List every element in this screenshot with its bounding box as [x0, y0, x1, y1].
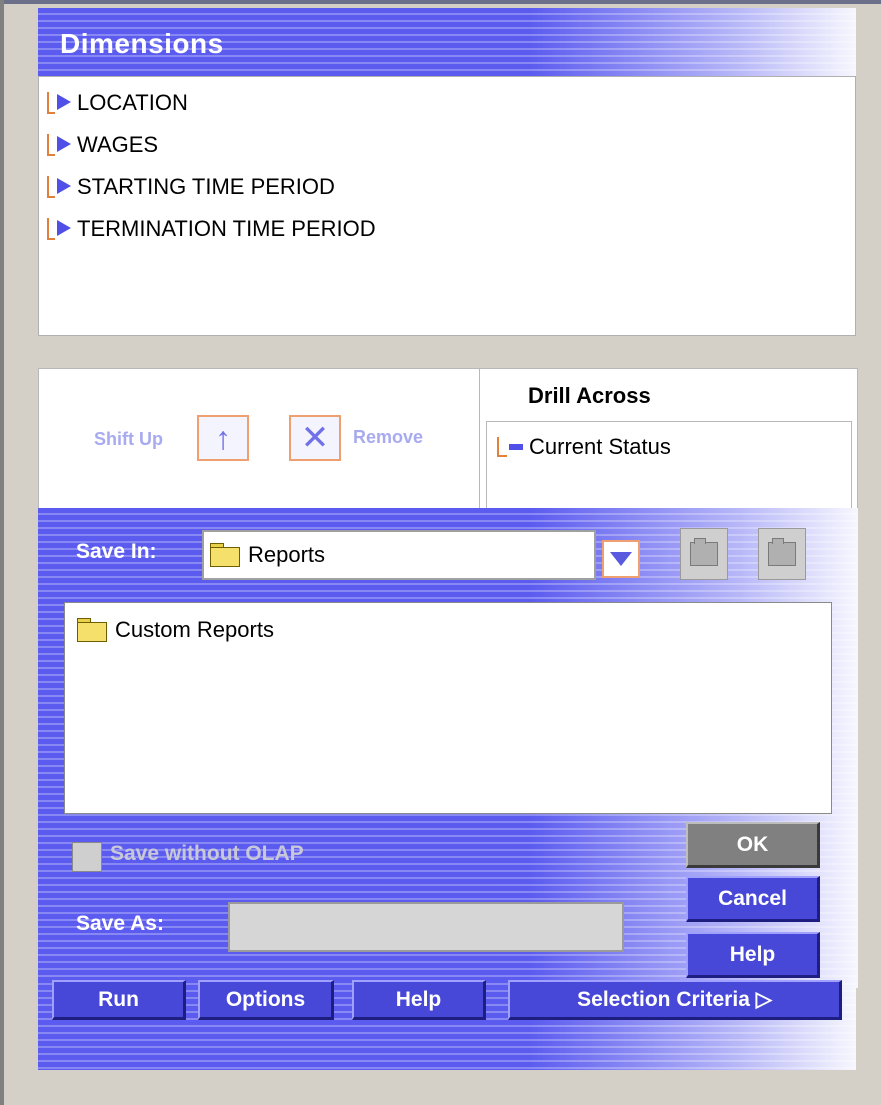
dimensions-list: LOCATION WAGES STARTING TIME PERIOD TERM… [38, 76, 856, 336]
cancel-button[interactable]: Cancel [686, 876, 820, 922]
save-dialog: Save In: Reports Custom Reports Save wit… [38, 508, 858, 988]
dimension-item-label: LOCATION [77, 90, 188, 115]
remove-button[interactable]: ✕ [289, 415, 341, 461]
dimension-arrow-icon [45, 216, 75, 242]
save-without-olap-label: Save without OLAP [110, 842, 304, 865]
save-in-value: Reports [248, 542, 326, 567]
file-list[interactable]: Custom Reports [64, 602, 832, 814]
dimension-arrow-icon [45, 174, 75, 200]
report-layout-panel: Shift Up ↑ ✕ Remove Drill Across Current… [38, 368, 858, 510]
shift-up-label: Shift Up [94, 429, 163, 449]
save-in-label: Save In: [76, 540, 157, 563]
dimension-item-termination-time-period[interactable]: TERMINATION TIME PERIOD [45, 213, 376, 245]
drill-item-current-status[interactable]: Current Status [495, 434, 671, 460]
save-as-input[interactable] [228, 902, 624, 952]
chevron-down-icon [610, 552, 632, 566]
save-without-olap-checkbox[interactable] [72, 842, 102, 872]
options-button[interactable]: Options [198, 980, 334, 1020]
file-item-label: Custom Reports [115, 617, 274, 642]
drill-across-title: Drill Across [528, 383, 651, 408]
up-folder-icon [690, 538, 718, 566]
drill-across-panel: Drill Across Current Status [479, 369, 858, 510]
new-folder-button[interactable] [758, 528, 806, 580]
help-button[interactable]: Help [686, 932, 820, 978]
close-icon: ✕ [300, 419, 330, 457]
dimensions-header: Dimensions [38, 8, 856, 78]
arrow-up-icon: ↑ [215, 419, 231, 456]
selection-criteria-button[interactable]: Selection Criteria ▷ [508, 980, 842, 1020]
dimension-item-location[interactable]: LOCATION [45, 87, 188, 119]
file-item-custom-reports[interactable]: Custom Reports [71, 617, 274, 643]
bottom-nav-bar: Run Options Help Selection Criteria ▷ [38, 978, 856, 1070]
remove-label: Remove [353, 427, 424, 447]
dimension-item-wages[interactable]: WAGES [45, 129, 158, 161]
dimensions-title: Dimensions [60, 28, 224, 59]
dimension-item-label: TERMINATION TIME PERIOD [77, 216, 376, 241]
dimension-arrow-icon [45, 90, 75, 116]
dimension-item-label: WAGES [77, 132, 159, 157]
drill-across-list: Current Status [486, 421, 852, 510]
up-folder-button[interactable] [680, 528, 728, 580]
drill-measure-icon [495, 435, 529, 459]
folder-icon [208, 543, 242, 567]
nav-help-button[interactable]: Help [352, 980, 486, 1020]
shift-up-button[interactable]: ↑ [197, 415, 249, 461]
save-in-dropdown-button[interactable] [602, 540, 640, 578]
dimension-item-label: STARTING TIME PERIOD [77, 174, 335, 199]
drill-item-label: Current Status [529, 434, 671, 459]
run-button[interactable]: Run [52, 980, 186, 1020]
save-in-select[interactable]: Reports [202, 530, 596, 580]
save-as-label: Save As: [76, 912, 164, 935]
dimension-arrow-icon [45, 132, 75, 158]
window-left-border [0, 0, 4, 1105]
new-folder-icon [768, 538, 796, 566]
ok-button[interactable]: OK [686, 822, 820, 868]
window-top-border [0, 0, 881, 4]
dimension-item-starting-time-period[interactable]: STARTING TIME PERIOD [45, 171, 335, 203]
folder-icon [75, 618, 109, 642]
